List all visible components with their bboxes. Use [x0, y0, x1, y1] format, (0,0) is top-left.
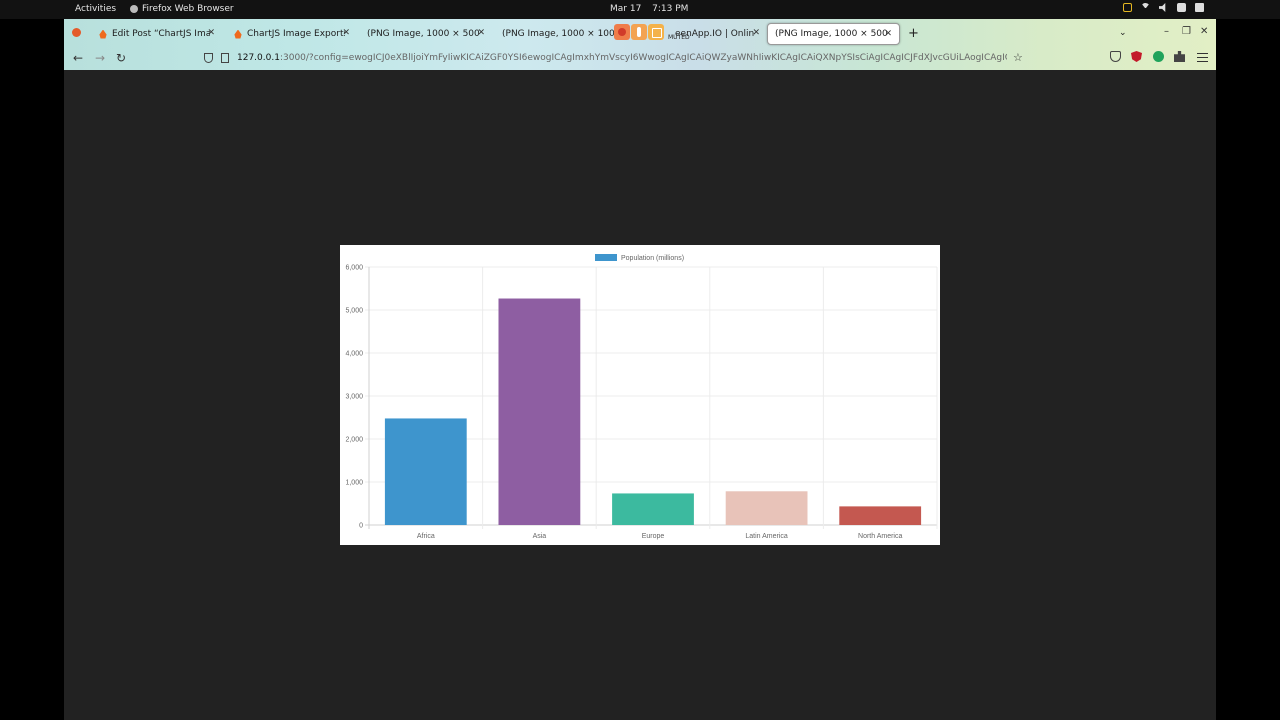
list-tabs-icon[interactable]: ⌄ [1119, 28, 1127, 38]
tab-title: (PNG Image, 1000 × 500 pixe [367, 29, 479, 39]
pocket-icon[interactable] [1110, 51, 1121, 62]
bar [725, 491, 808, 525]
browser-chrome: Edit Post “ChartJS Image ✕ ChartJS Image… [64, 19, 1216, 70]
x-tick-label: Africa [417, 533, 435, 540]
clock[interactable]: Mar 17 7:13 PM [610, 4, 688, 14]
stop-icon[interactable] [648, 24, 664, 40]
close-window-icon[interactable]: ✕ [1200, 26, 1208, 37]
bars [384, 298, 922, 525]
firefox-view-icon[interactable] [72, 28, 81, 37]
x-tick-label: Europe [642, 533, 665, 540]
clock-date: Mar 17 [610, 4, 642, 14]
fire-icon [99, 29, 107, 39]
extensions-icon[interactable] [1174, 51, 1185, 62]
legend: Population (millions) [595, 254, 684, 262]
tab-chartjs-exports[interactable]: ChartJS Image Exports U ✕ [227, 23, 357, 45]
volume-icon[interactable] [1159, 3, 1166, 12]
wifi-icon[interactable] [1141, 3, 1150, 12]
microphone-icon[interactable] [631, 24, 647, 40]
y-tick-label: 6,000 [345, 265, 363, 272]
chart-image: 0 1,000 2,000 3,000 4,000 5,000 6,000 Africa As… [340, 245, 940, 545]
tab-strip: Edit Post “ChartJS Image ✕ ChartJS Image… [64, 19, 1216, 46]
x-tick-label: Latin America [745, 533, 788, 540]
fire-icon [234, 29, 242, 39]
y-tick-label: 2,000 [345, 437, 363, 444]
page-viewport: 0 1,000 2,000 3,000 4,000 5,000 6,000 Africa As… [64, 70, 1216, 720]
y-tick-label: 4,000 [345, 351, 363, 358]
close-tab-icon[interactable]: ✕ [884, 29, 892, 39]
record-icon[interactable] [614, 24, 630, 40]
app-menu[interactable]: Firefox Web Browser [130, 4, 234, 14]
close-tab-icon[interactable]: ✕ [342, 28, 350, 38]
firefox-icon [130, 5, 138, 13]
y-tick-label: 0 [359, 523, 363, 530]
muted-label: MUTED [668, 33, 690, 41]
reload-icon[interactable]: ↻ [116, 51, 126, 65]
navigation-toolbar: ← → ↻ 127.0.0.1:3000/?config=ewogICJ0eXB… [64, 46, 1216, 70]
tab-edit-post[interactable]: Edit Post “ChartJS Image ✕ [92, 23, 222, 45]
y-axis-ticks: 0 1,000 2,000 3,000 4,000 5,000 6,000 [345, 265, 363, 530]
screen-recorder-overlay: MUTED [614, 22, 690, 42]
new-tab-icon[interactable]: + [908, 26, 919, 41]
url-path: :3000/?config=ewogICJ0eXBlIjoiYmFyIiwKIC… [279, 52, 1007, 63]
tab-png-image-active[interactable]: (PNG Image, 1000 × 500 pix ✕ [767, 23, 900, 45]
bar [612, 493, 694, 525]
grammarly-icon[interactable] [1153, 51, 1164, 62]
tab-title: (PNG Image, 1000 × 1000 pi [502, 29, 614, 39]
close-tab-icon[interactable]: ✕ [207, 28, 215, 38]
x-axis-ticks: Africa Asia Europe Latin America North Ameri… [417, 533, 903, 540]
url-text[interactable]: 127.0.0.1:3000/?config=ewogICJ0eXBlIjoiY… [237, 53, 1007, 63]
screen-recorder-icon[interactable] [1123, 3, 1132, 12]
tracking-protection-icon[interactable] [204, 52, 213, 63]
legend-label: Population (millions) [621, 255, 684, 262]
page-info-icon[interactable] [221, 52, 229, 63]
bar [839, 506, 922, 525]
bar-chart: 0 1,000 2,000 3,000 4,000 5,000 6,000 Africa As… [345, 254, 938, 540]
system-tray[interactable] [1123, 3, 1204, 12]
app-name: Firefox Web Browser [142, 4, 234, 14]
x-tick-label: North America [858, 533, 902, 540]
y-tick-label: 3,000 [345, 394, 363, 401]
tab-png-image-1[interactable]: (PNG Image, 1000 × 500 pixe ✕ [360, 23, 492, 45]
recorder-text: MUTED [668, 23, 690, 42]
x-tick-label: Asia [533, 533, 547, 540]
bookmark-star-icon[interactable]: ☆ [1013, 51, 1023, 64]
tab-title: Edit Post “ChartJS Image [112, 29, 210, 39]
system-top-bar: Activities Firefox Web Browser Mar 17 7:… [0, 0, 1280, 19]
activities-button[interactable]: Activities [75, 4, 116, 14]
tab-title: (PNG Image, 1000 × 500 pix [775, 29, 887, 39]
y-tick-label: 5,000 [345, 308, 363, 315]
minimize-icon[interactable]: – [1164, 26, 1169, 37]
ublock-icon[interactable] [1131, 51, 1142, 62]
hamburger-menu-icon[interactable] [1197, 53, 1208, 62]
microphone-icon[interactable] [1177, 3, 1186, 12]
address-bar[interactable]: 127.0.0.1:3000/?config=ewogICJ0eXBlIjoiY… [204, 49, 1034, 66]
clock-time: 7:13 PM [652, 4, 689, 14]
tab-title: ChartJS Image Exports U [247, 29, 345, 39]
battery-icon[interactable] [1195, 3, 1204, 12]
close-tab-icon[interactable]: ✕ [477, 28, 485, 38]
legend-swatch [595, 254, 617, 261]
back-icon[interactable]: ← [73, 51, 83, 65]
restore-icon[interactable]: ❐ [1182, 26, 1191, 37]
bar [384, 418, 467, 525]
close-tab-icon[interactable]: ✕ [752, 28, 760, 38]
bar [498, 298, 581, 525]
url-host: 127.0.0.1 [237, 52, 280, 63]
tab-png-image-2[interactable]: (PNG Image, 1000 × 1000 pi [495, 23, 615, 45]
forward-icon[interactable]: → [95, 51, 105, 65]
y-tick-label: 1,000 [345, 480, 363, 487]
